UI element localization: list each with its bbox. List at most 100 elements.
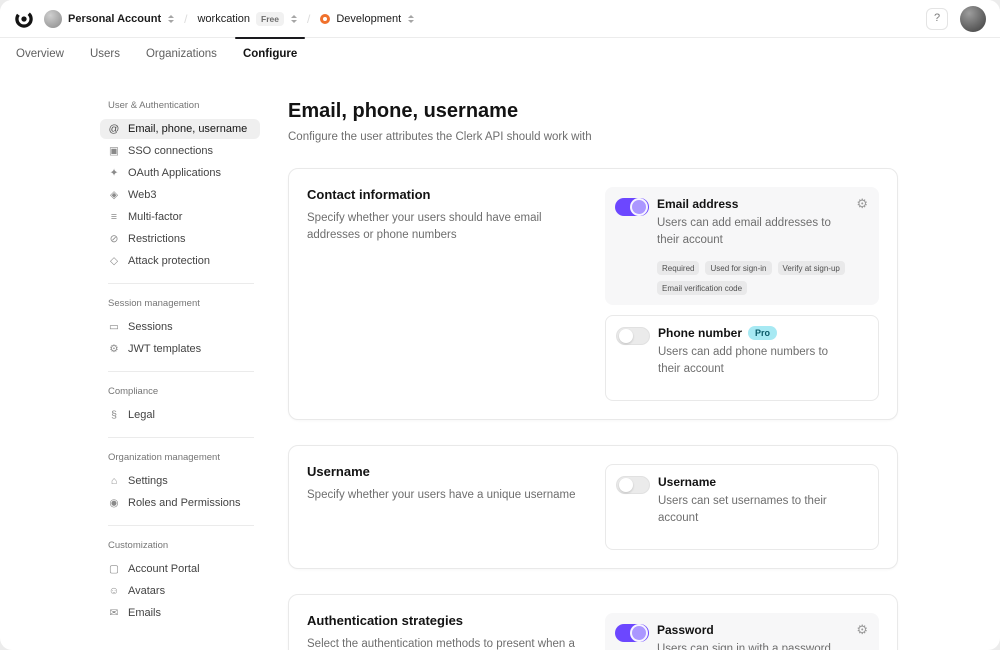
sidebar-item-label: Attack protection bbox=[128, 255, 210, 267]
breadcrumb-separator: / bbox=[307, 12, 310, 26]
setting-title: Email address bbox=[657, 197, 738, 211]
attribute-chips: Required Used for sign-in Verify at sign… bbox=[657, 261, 851, 295]
help-button[interactable]: ? bbox=[926, 8, 948, 30]
toggle-knob bbox=[632, 626, 646, 640]
sidebar-item-attack-protection[interactable]: ◇ Attack protection bbox=[100, 251, 260, 271]
setting-body: Password Users can sign in with a passwo… bbox=[657, 623, 869, 650]
org-settings-icon: ⌂ bbox=[108, 475, 120, 487]
sidebar-item-multi-factor[interactable]: ≡ Multi-factor bbox=[100, 207, 260, 227]
setting-email-address: Email address Users can add email addres… bbox=[605, 187, 879, 305]
user-avatar[interactable] bbox=[960, 6, 986, 32]
card-title: Username bbox=[307, 464, 585, 479]
gear-icon[interactable]: ⚙ bbox=[856, 623, 868, 636]
tab-configure[interactable]: Configure bbox=[241, 38, 299, 70]
environment-switcher[interactable]: Development bbox=[320, 13, 414, 25]
sidebar-item-legal[interactable]: § Legal bbox=[100, 405, 260, 425]
password-toggle[interactable] bbox=[615, 624, 649, 642]
page-title: Email, phone, username bbox=[288, 100, 898, 123]
sidebar-item-restrictions[interactable]: ⊘ Restrictions bbox=[100, 229, 260, 249]
sidebar-item-sso-connections[interactable]: ▣ SSO connections bbox=[100, 141, 260, 161]
card-title: Authentication strategies bbox=[307, 613, 585, 628]
sidebar-item-label: Multi-factor bbox=[128, 211, 182, 223]
sidebar-item-avatars[interactable]: ☺ Avatars bbox=[100, 581, 260, 601]
account-avatar bbox=[44, 10, 62, 28]
card-info: Authentication strategies Select the aut… bbox=[307, 613, 585, 650]
username-toggle[interactable] bbox=[616, 476, 650, 494]
sidebar-item-label: SSO connections bbox=[128, 145, 213, 157]
card-settings: Username Users can set usernames to thei… bbox=[605, 464, 879, 550]
at-icon: @ bbox=[108, 123, 120, 135]
page-subtitle: Configure the user attributes the Clerk … bbox=[288, 131, 898, 143]
environment-dot-icon bbox=[320, 14, 330, 24]
sessions-icon: ▭ bbox=[108, 321, 120, 333]
sidebar-divider bbox=[108, 371, 254, 372]
jwt-icon: ⚙ bbox=[108, 343, 120, 355]
setting-username: Username Users can set usernames to thei… bbox=[605, 464, 879, 550]
sidebar-item-label: Account Portal bbox=[128, 563, 200, 575]
card-authentication-strategies: Authentication strategies Select the aut… bbox=[288, 594, 898, 650]
sidebar-divider bbox=[108, 437, 254, 438]
content-area: User & Authentication @ Email, phone, us… bbox=[0, 70, 1000, 650]
account-switcher[interactable]: Personal Account bbox=[44, 10, 174, 28]
setting-description: Users can add phone numbers to their acc… bbox=[658, 344, 850, 379]
shield-icon: ◇ bbox=[108, 255, 120, 267]
setting-body: Phone number Pro Users can add phone num… bbox=[658, 326, 868, 390]
tab-overview[interactable]: Overview bbox=[14, 38, 66, 70]
chip: Email verification code bbox=[657, 281, 747, 295]
sidebar-section-title: Organization management bbox=[108, 452, 260, 463]
setting-title: Phone number bbox=[658, 326, 742, 340]
sidebar-item-label: Emails bbox=[128, 607, 161, 619]
sidebar-item-emails[interactable]: ✉ Emails bbox=[100, 603, 260, 623]
sidebar-item-account-portal[interactable]: ▢ Account Portal bbox=[100, 559, 260, 579]
sidebar-section-title: Compliance bbox=[108, 386, 260, 397]
sidebar-item-web3[interactable]: ◈ Web3 bbox=[100, 185, 260, 205]
workspace-name: workcation bbox=[197, 13, 250, 25]
pro-badge: Pro bbox=[748, 326, 777, 340]
topbar: Personal Account / workcation Free / Dev… bbox=[0, 0, 1000, 38]
roles-icon: ◉ bbox=[108, 497, 120, 509]
sidebar-section-title: Session management bbox=[108, 298, 260, 309]
chevron-updown-icon bbox=[408, 15, 414, 23]
sso-icon: ▣ bbox=[108, 145, 120, 157]
sidebar-item-settings[interactable]: ⌂ Settings bbox=[100, 471, 260, 491]
multifactor-icon: ≡ bbox=[108, 211, 120, 223]
sidebar-divider bbox=[108, 525, 254, 526]
setting-title: Username bbox=[658, 475, 716, 489]
setting-body: Username Users can set usernames to thei… bbox=[658, 475, 868, 539]
sidebar-item-label: Legal bbox=[128, 409, 155, 421]
card-description: Select the authentication methods to pre… bbox=[307, 636, 585, 650]
sidebar-item-label: JWT templates bbox=[128, 343, 201, 355]
card-username: Username Specify whether your users have… bbox=[288, 445, 898, 569]
sidebar-item-label: Roles and Permissions bbox=[128, 497, 241, 509]
toggle-knob bbox=[619, 478, 633, 492]
card-contact-information: Contact information Specify whether your… bbox=[288, 168, 898, 420]
portal-icon: ▢ bbox=[108, 563, 120, 575]
phone-number-toggle[interactable] bbox=[616, 327, 650, 345]
environment-name: Development bbox=[336, 13, 401, 25]
setting-description: Users can add email addresses to their a… bbox=[657, 215, 851, 250]
sidebar-item-label: Sessions bbox=[128, 321, 173, 333]
sidebar-section-title: User & Authentication bbox=[108, 100, 260, 111]
setting-description: Users can sign in with a password. Passw… bbox=[657, 641, 851, 650]
account-name: Personal Account bbox=[68, 13, 161, 25]
web3-icon: ◈ bbox=[108, 189, 120, 201]
workspace-switcher[interactable]: workcation Free bbox=[197, 12, 297, 26]
sidebar-item-oauth-applications[interactable]: ✦ OAuth Applications bbox=[100, 163, 260, 183]
sidebar-item-label: Settings bbox=[128, 475, 168, 487]
chevron-updown-icon bbox=[291, 15, 297, 23]
card-title: Contact information bbox=[307, 187, 585, 202]
card-settings: Password Users can sign in with a passwo… bbox=[605, 613, 879, 650]
lock-icon: ⊘ bbox=[108, 233, 120, 245]
gear-icon[interactable]: ⚙ bbox=[856, 197, 868, 210]
oauth-icon: ✦ bbox=[108, 167, 120, 179]
chevron-updown-icon bbox=[168, 15, 174, 23]
sidebar-divider bbox=[108, 283, 254, 284]
tab-organizations[interactable]: Organizations bbox=[144, 38, 219, 70]
sidebar-item-sessions[interactable]: ▭ Sessions bbox=[100, 317, 260, 337]
sidebar-item-email-phone-username[interactable]: @ Email, phone, username bbox=[100, 119, 260, 139]
sidebar: User & Authentication @ Email, phone, us… bbox=[100, 100, 260, 650]
email-address-toggle[interactable] bbox=[615, 198, 649, 216]
tab-users[interactable]: Users bbox=[88, 38, 122, 70]
sidebar-item-jwt-templates[interactable]: ⚙ JWT templates bbox=[100, 339, 260, 359]
sidebar-item-roles-and-permissions[interactable]: ◉ Roles and Permissions bbox=[100, 493, 260, 513]
